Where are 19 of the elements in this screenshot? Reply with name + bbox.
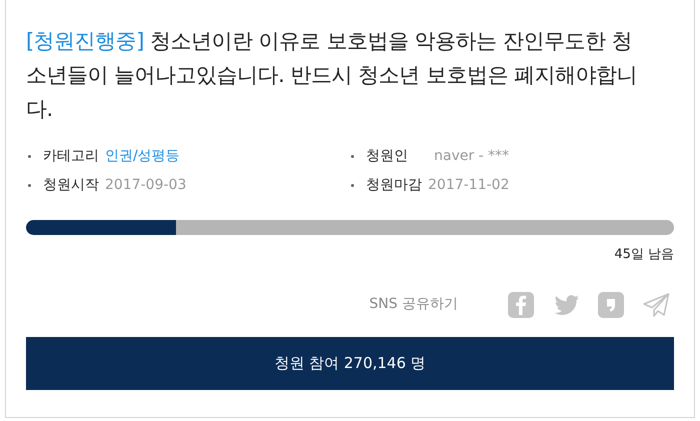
- meta-label: 청원시작: [43, 176, 99, 195]
- facebook-icon[interactable]: [507, 290, 535, 318]
- meta-value: 2017-11-02: [428, 176, 510, 195]
- meta-label: 청원마감: [366, 176, 422, 195]
- meta-label: 청원인: [366, 147, 408, 166]
- bullet-icon: [351, 184, 354, 187]
- meta-label: 카테고리: [43, 147, 99, 166]
- meta-value: 2017-09-03: [105, 176, 186, 195]
- remaining-days: 45일 남음: [614, 247, 674, 262]
- meta-value: naver - ***: [434, 147, 510, 166]
- bullet-icon: [351, 155, 354, 158]
- bullet-icon: [28, 184, 31, 187]
- bullet-icon: [28, 155, 31, 158]
- petition-title: [청원진행중] 청소년이란 이유로 보호법을 악용하는 잔인무도한 청소년들이 늘어나고있습니다. 반드시 청소년 보호법은 폐지해야합니다.: [26, 28, 638, 123]
- story-icon[interactable]: [597, 290, 625, 318]
- join-petition-button[interactable]: 청원 참여 270,146 명: [26, 336, 674, 390]
- send-icon[interactable]: [642, 290, 670, 318]
- category-link[interactable]: 인권/성평등: [105, 146, 180, 167]
- share-label: SNS 공유하기: [369, 295, 458, 314]
